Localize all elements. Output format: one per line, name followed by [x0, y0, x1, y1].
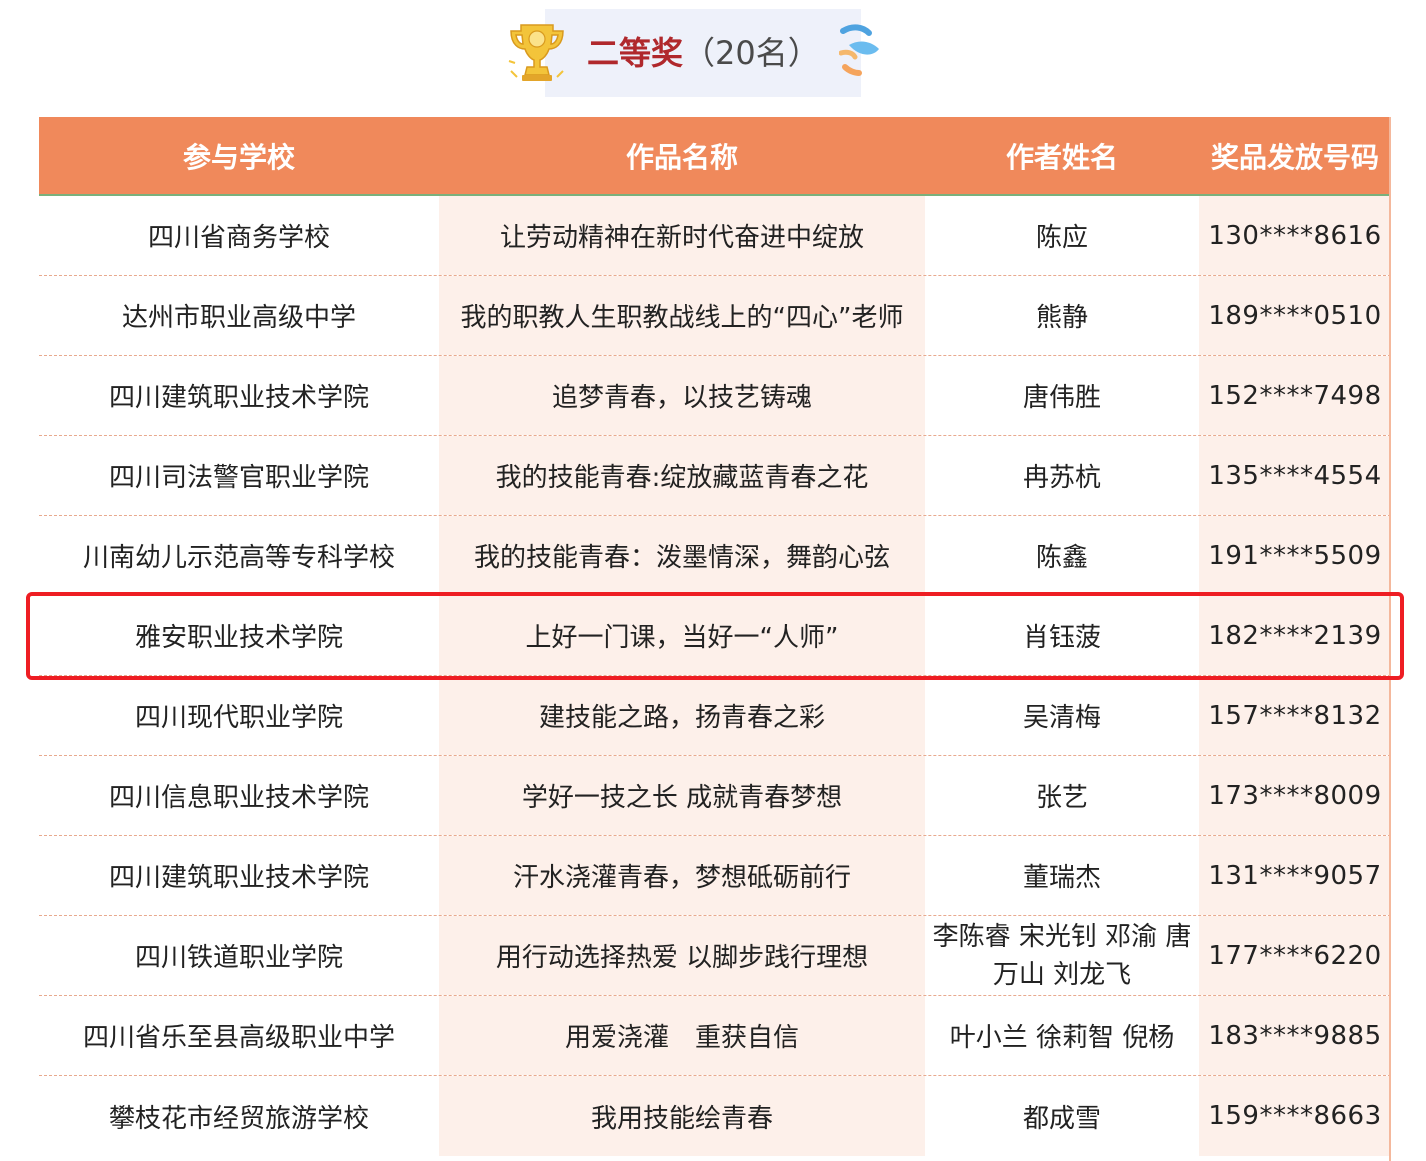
- cell-author: 吴清梅: [1022, 703, 1101, 733]
- cell-work: 追梦青春，以技艺铸魂: [439, 356, 925, 435]
- award-level: 二等奖: [587, 34, 684, 72]
- cell-author: 张艺: [1035, 783, 1088, 813]
- cell-author: 董瑞杰: [1022, 863, 1101, 893]
- cell-work: 我的技能青春:绽放藏蓝青春之花: [439, 436, 925, 515]
- table-row: 四川现代职业学院 建技能之路，扬青春之彩 吴清梅 157****8132: [39, 676, 1391, 756]
- cell-code: 130****8616: [1199, 196, 1391, 275]
- column-header-author: 作者姓名: [1005, 140, 1118, 174]
- column-header-code: 奖品发放号码: [1210, 140, 1379, 174]
- cell-code: 131****9057: [1199, 836, 1391, 915]
- table-header: 参与学校 作品名称 作者姓名 奖品发放号码: [39, 117, 1391, 196]
- award-table: 参与学校 作品名称 作者姓名 奖品发放号码 四川省商务学校 让劳动精神在新时代奋…: [39, 117, 1391, 1156]
- cell-work: 我的技能青春：泼墨情深，舞韵心弦: [439, 516, 925, 595]
- cell-school: 四川建筑职业技术学院: [108, 383, 369, 413]
- cell-author: 叶小兰 徐莉智 倪杨: [949, 1023, 1175, 1053]
- column-header-school: 参与学校: [182, 140, 295, 174]
- cell-code: 173****8009: [1199, 756, 1391, 835]
- cell-school: 四川省乐至县高级职业中学: [82, 1023, 395, 1053]
- cell-school: 达州市职业高级中学: [121, 303, 356, 333]
- cell-author: 陈鑫: [1035, 543, 1088, 573]
- cell-author: 冉苏杭: [1022, 463, 1101, 493]
- cell-author: 陈应: [1035, 223, 1088, 253]
- award-count: （20名）: [683, 34, 820, 72]
- table-row: 四川省商务学校 让劳动精神在新时代奋进中绽放 陈应 130****8616: [39, 196, 1391, 276]
- cell-author: 唐伟胜: [1022, 383, 1101, 413]
- cell-school: 川南幼儿示范高等专科学校: [82, 543, 395, 573]
- cell-author: 肖钰菠: [1022, 623, 1101, 653]
- cell-code: 189****0510: [1199, 276, 1391, 355]
- cell-school: 四川现代职业学院: [134, 703, 343, 733]
- cell-school: 四川铁道职业学院: [134, 943, 343, 973]
- cell-work: 学好一技之长 成就青春梦想: [439, 756, 925, 835]
- splash-icon: [839, 24, 879, 76]
- award-title: 二等奖（20名）: [587, 31, 820, 75]
- award-header: 二等奖（20名）: [505, 5, 885, 97]
- table-row: 四川省乐至县高级职业中学 用爱浇灌 重获自信 叶小兰 徐莉智 倪杨 183***…: [39, 996, 1391, 1076]
- cell-author: 熊静: [1035, 303, 1088, 333]
- cell-work: 让劳动精神在新时代奋进中绽放: [439, 196, 925, 275]
- table-row: 攀枝花市经贸旅游学校 我用技能绘青春 都成雪 159****8663: [39, 1076, 1391, 1156]
- cell-code: 191****5509: [1199, 516, 1391, 595]
- cell-school: 四川司法警官职业学院: [108, 463, 369, 493]
- table-right-border: [1389, 117, 1391, 1161]
- cell-school: 攀枝花市经贸旅游学校: [108, 1103, 369, 1134]
- cell-author: 都成雪: [1022, 1103, 1101, 1134]
- cell-school: 四川建筑职业技术学院: [108, 863, 369, 893]
- table-row-highlighted: 雅安职业技术学院 上好一门课，当好一“人师” 肖钰菠 182****2139: [39, 596, 1391, 676]
- table-row: 四川建筑职业技术学院 汗水浇灌青春，梦想砥砺前行 董瑞杰 131****9057: [39, 836, 1391, 916]
- cell-code: 157****8132: [1199, 676, 1391, 755]
- cell-code: 177****6220: [1199, 916, 1391, 995]
- cell-code: 159****8663: [1199, 1076, 1391, 1156]
- cell-code: 135****4554: [1199, 436, 1391, 515]
- award-list-page: 二等奖（20名） 参与学校 作品名称 作者姓名 奖品发放号码 四川省商务学校 让…: [0, 0, 1426, 1161]
- table-row: 四川建筑职业技术学院 追梦青春，以技艺铸魂 唐伟胜 152****7498: [39, 356, 1391, 436]
- column-header-work: 作品名称: [625, 140, 738, 174]
- table-row: 四川司法警官职业学院 我的技能青春:绽放藏蓝青春之花 冉苏杭 135****45…: [39, 436, 1391, 516]
- cell-work: 用行动选择热爱 以脚步践行理想: [439, 916, 925, 995]
- cell-work: 汗水浇灌青春，梦想砥砺前行: [439, 836, 925, 915]
- table-row: 川南幼儿示范高等专科学校 我的技能青春：泼墨情深，舞韵心弦 陈鑫 191****…: [39, 516, 1391, 596]
- table-row: 四川信息职业技术学院 学好一技之长 成就青春梦想 张艺 173****8009: [39, 756, 1391, 836]
- cell-work: 建技能之路，扬青春之彩: [439, 676, 925, 755]
- cell-code: 182****2139: [1199, 596, 1391, 675]
- cell-code: 183****9885: [1199, 996, 1391, 1075]
- trophy-icon: [508, 24, 564, 81]
- cell-work: 我的职教人生职教战线上的“四心”老师: [439, 276, 925, 355]
- cell-code: 152****7498: [1199, 356, 1391, 435]
- table-row: 四川铁道职业学院 用行动选择热爱 以脚步践行理想 李陈睿 宋光钊 邓渝 唐万山 …: [39, 916, 1391, 996]
- cell-work: 上好一门课，当好一“人师”: [439, 596, 925, 675]
- cell-work: 我用技能绘青春: [439, 1076, 925, 1156]
- cell-school: 四川省商务学校: [147, 223, 330, 253]
- cell-school: 四川信息职业技术学院: [108, 783, 369, 813]
- cell-school: 雅安职业技术学院: [134, 623, 343, 653]
- table-row: 达州市职业高级中学 我的职教人生职教战线上的“四心”老师 熊静 189****0…: [39, 276, 1391, 356]
- cell-author: 李陈睿 宋光钊 邓渝 唐万山 刘龙飞: [932, 921, 1192, 990]
- cell-work: 用爱浇灌 重获自信: [439, 996, 925, 1075]
